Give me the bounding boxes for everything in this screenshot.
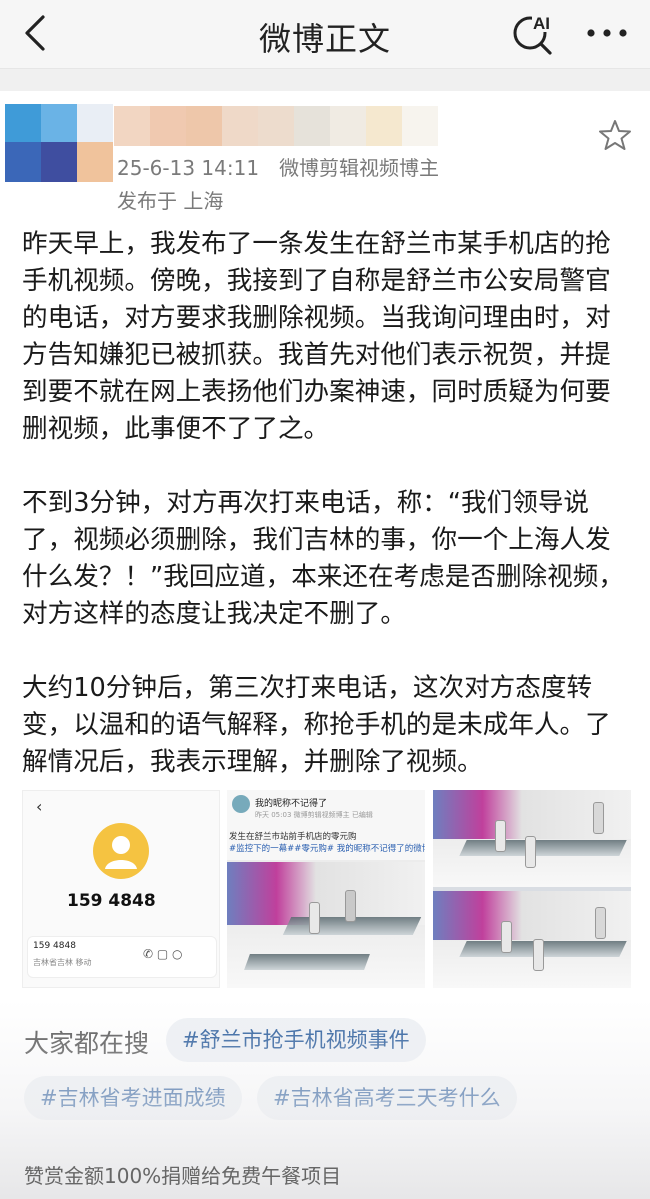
person-icon xyxy=(105,836,137,869)
post-image-surveillance-frames[interactable] xyxy=(433,790,631,988)
caller-number: 159 4848 xyxy=(67,891,156,911)
post-image-call-screenshot[interactable]: ‹ 159 4848 159 4848 吉林省吉林 移动 ✆ ▢ ○ xyxy=(22,790,220,988)
repost-avatar xyxy=(232,795,250,813)
more-options-icon[interactable] xyxy=(585,18,629,48)
post-date: 25-6-13 14:11 xyxy=(117,156,260,180)
username-pixelated[interactable] xyxy=(114,106,444,146)
contact-avatar xyxy=(93,823,149,879)
repost-text: 发生在舒兰市站前手机店的零元购 xyxy=(229,832,357,842)
ai-search-icon[interactable]: AI xyxy=(510,10,558,56)
repost-username: 我的昵称不记得了 xyxy=(255,799,328,809)
post-image-repost-screenshot[interactable]: 我的昵称不记得了 昨天 05:03 微博剪辑视频博主 已编辑 发生在舒兰市站前手… xyxy=(227,790,425,988)
call-action-icons: ✆ ▢ ○ xyxy=(143,947,183,961)
favorite-star-icon[interactable] xyxy=(598,118,632,152)
top-nav-bar: 微博正文 AI xyxy=(0,0,650,69)
post-paragraph: 大约10分钟后，第三次打来电话，这次对方态度转变，以温和的语气解释，称抢手机的是… xyxy=(22,673,611,777)
search-tag[interactable]: #吉林省考进面成绩 xyxy=(24,1076,242,1120)
post-source: 微博剪辑视频博主 xyxy=(279,156,440,180)
post-meta: 25-6-13 14:11 微博剪辑视频博主 xyxy=(117,152,439,181)
avatar[interactable] xyxy=(5,104,113,182)
search-tag[interactable]: #舒兰市抢手机视频事件 xyxy=(166,1018,426,1062)
section-divider xyxy=(0,69,650,91)
post-paragraph: 昨天早上，我发布了一条发生在舒兰市某手机店的抢手机视频。傍晚，我接到了自称是舒兰… xyxy=(22,229,611,444)
repost-hashtags: #监控下的一幕##零元购# 我的昵称不记得了的微博视频 xyxy=(229,844,425,854)
caller-number-small: 159 4848 xyxy=(33,941,76,951)
post-paragraph: 不到3分钟，对方再次打来电话，称：“我们领导说了，视频必须删除，我们吉林的事，你… xyxy=(22,488,624,629)
surveillance-frame-1 xyxy=(433,790,631,887)
post-body: 昨天早上，我发布了一条发生在舒兰市某手机店的抢手机视频。傍晚，我接到了自称是舒兰… xyxy=(22,226,634,781)
search-tag[interactable]: #吉林省高考三天考什么 xyxy=(257,1076,517,1120)
repost-meta: 昨天 05:03 微博剪辑视频博主 已编辑 xyxy=(255,811,373,819)
reward-note: 赞赏金额100%捐赠给免费午餐项目 xyxy=(24,1164,342,1188)
back-chevron-icon: ‹ xyxy=(36,797,43,816)
post-location: 发布于 上海 xyxy=(117,189,224,213)
caller-location: 吉林省吉林 移动 xyxy=(33,958,92,967)
svg-text:AI: AI xyxy=(533,14,550,33)
shop-video-frame xyxy=(227,862,425,988)
trending-search-label: 大家都在搜 xyxy=(24,1029,150,1058)
surveillance-frame-2 xyxy=(433,891,631,988)
